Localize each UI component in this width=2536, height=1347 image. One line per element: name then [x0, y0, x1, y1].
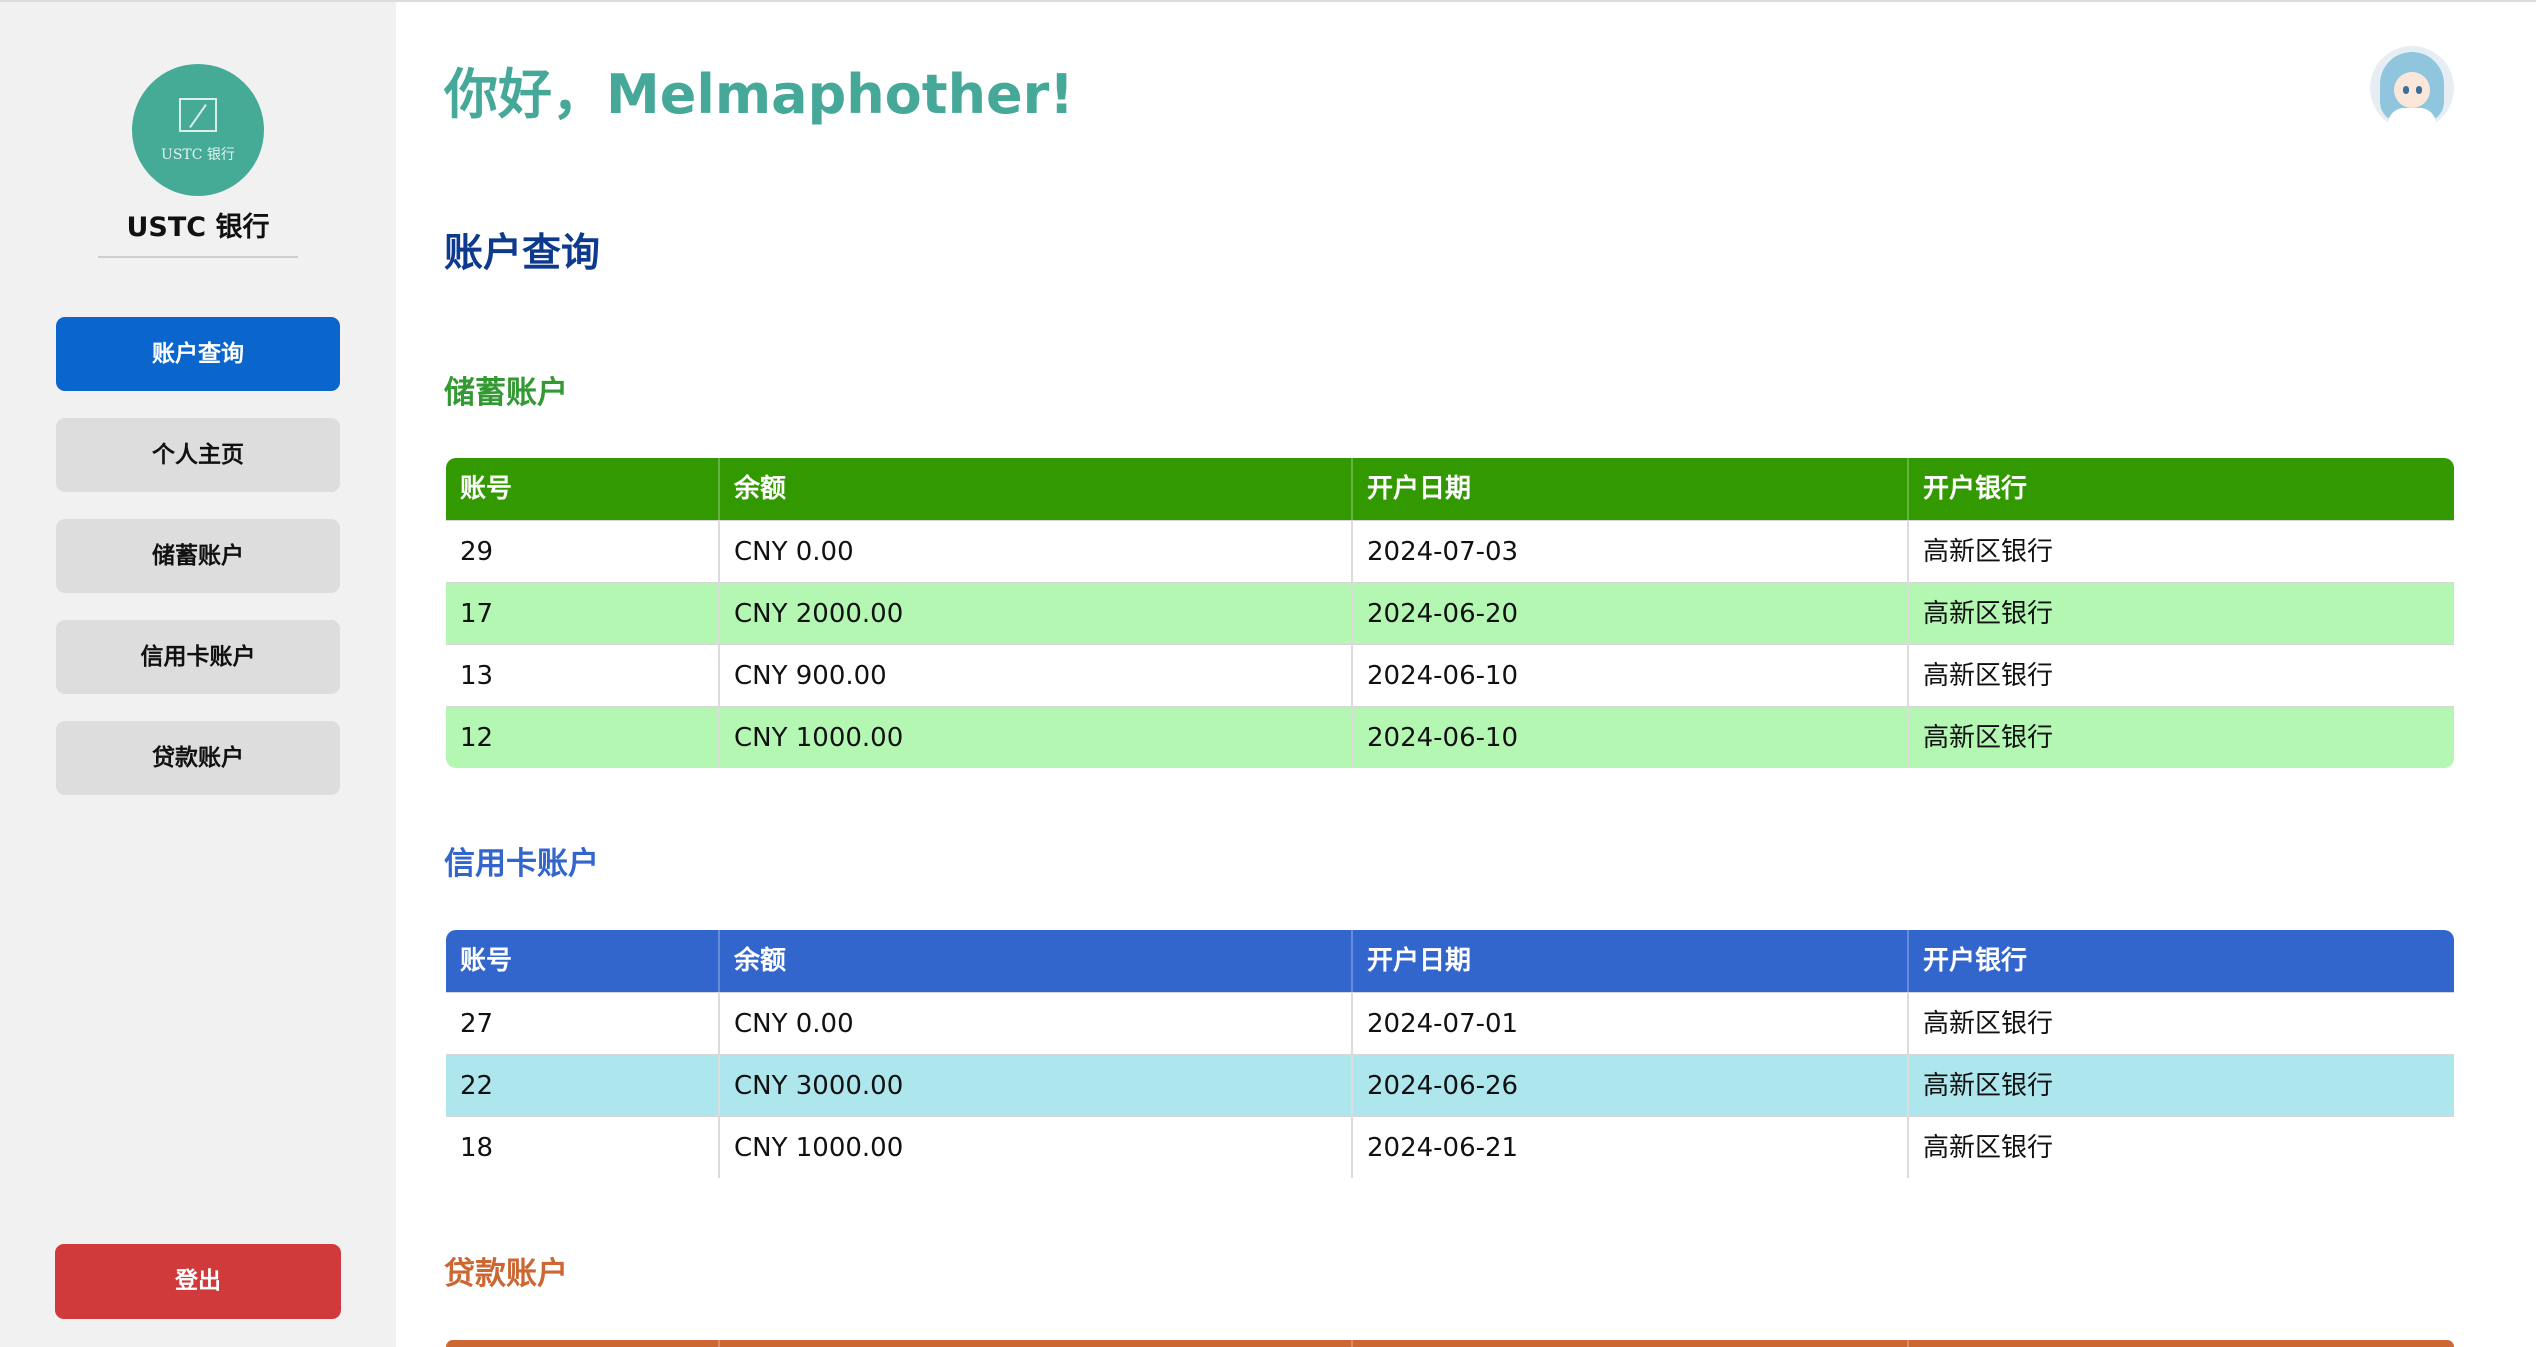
avatar-eye	[2403, 86, 2409, 94]
savings-section-title: 储蓄账户	[444, 375, 568, 411]
sidebar-divider	[98, 256, 298, 258]
cell-open-date: 2024-06-20	[1353, 582, 1909, 644]
cell-account-number: 29	[446, 520, 720, 582]
cell-open-bank: 高新区银行	[1909, 992, 2454, 1054]
avatar-face	[2394, 72, 2430, 108]
table-row: 27 CNY 0.00 2024-07-01 高新区银行	[446, 992, 2454, 1054]
column-header-account-number: 账号	[446, 458, 720, 520]
cell-balance: CNY 1000.00	[720, 1116, 1353, 1178]
cell-account-number: 18	[446, 1116, 720, 1178]
greeting-heading: 你好，Melmaphother!	[444, 63, 1074, 126]
nav-profile-button[interactable]: 个人主页	[56, 418, 340, 492]
cell-account-number: 27	[446, 992, 720, 1054]
column-header-balance: 余额	[720, 930, 1353, 992]
cell-balance: CNY 0.00	[720, 520, 1353, 582]
table-header: 账号余额开户日期开户银行	[446, 458, 2454, 520]
cell-account-number: 22	[446, 1054, 720, 1116]
cell-open-bank: 高新区银行	[1909, 644, 2454, 706]
table-row: 13 CNY 900.00 2024-06-10 高新区银行	[446, 644, 2454, 706]
cell-open-bank: 高新区银行	[1909, 1054, 2454, 1116]
column-header-open-bank: 开户银行	[1923, 474, 2028, 504]
column-header-account-number: 账号	[446, 1340, 720, 1347]
page-title: 账户查询	[444, 231, 601, 276]
nav-credit-card-button[interactable]: 信用卡账户	[56, 620, 340, 694]
table-row: 22 CNY 3000.00 2024-06-26 高新区银行	[446, 1054, 2454, 1116]
cell-open-date: 2024-07-03	[1353, 520, 1909, 582]
loan-section-title: 贷款账户	[444, 1256, 568, 1292]
cell-balance: CNY 2000.00	[720, 582, 1353, 644]
cell-open-bank: 高新区银行	[1909, 1116, 2454, 1178]
column-header-open-bank: 开户银行	[1909, 1340, 2454, 1347]
loan-table: 账号余额开户日期开户银行	[446, 1340, 2454, 1347]
cell-account-number: 17	[446, 582, 720, 644]
column-header-open-date: 开户日期	[1353, 930, 1909, 992]
nav-savings-button[interactable]: 储蓄账户	[56, 519, 340, 593]
cell-balance: CNY 1000.00	[720, 706, 1353, 768]
cell-open-bank: 高新区银行	[1909, 582, 2454, 644]
nav-account-query-button[interactable]: 账户查询	[56, 317, 340, 391]
column-header-balance: 余额	[720, 1340, 1353, 1347]
avatar-body	[2388, 108, 2436, 130]
logo-mark-icon	[179, 98, 217, 132]
table-header: 账号余额开户日期开户银行	[446, 1340, 2454, 1347]
cell-balance: CNY 0.00	[720, 992, 1353, 1054]
bank-name: USTC 银行	[126, 212, 270, 243]
cell-account-number: 13	[446, 644, 720, 706]
table-row: 29 CNY 0.00 2024-07-03 高新区银行	[446, 520, 2454, 582]
cell-open-date: 2024-06-10	[1353, 644, 1909, 706]
cell-balance: CNY 3000.00	[720, 1054, 1353, 1116]
app-page: USTC 银行 USTC 银行 账户查询 个人主页 储蓄账户 信用卡账户 贷款账…	[0, 0, 2536, 1347]
avatar-eye	[2416, 86, 2422, 94]
cell-open-date: 2024-06-21	[1353, 1116, 1909, 1178]
cell-account-number: 12	[446, 706, 720, 768]
column-header-open-bank: 开户银行	[1923, 946, 2028, 976]
logout-button[interactable]: 登出	[55, 1244, 341, 1319]
user-avatar-icon[interactable]	[2370, 46, 2454, 130]
cell-open-date: 2024-06-10	[1353, 706, 1909, 768]
table-header: 账号余额开户日期开户银行	[446, 930, 2454, 992]
table-row: 18 CNY 1000.00 2024-06-21 高新区银行	[446, 1116, 2454, 1178]
column-header-account-number: 账号	[446, 930, 720, 992]
cell-open-date: 2024-06-26	[1353, 1054, 1909, 1116]
nav-loan-button[interactable]: 贷款账户	[56, 721, 340, 795]
savings-table: 账号 余额 开户日期 开户银行 29 CNY 0.00 2024-07-03 高新区银行 17 C…	[446, 458, 2454, 768]
cell-open-bank: 高新区银行	[1909, 520, 2454, 582]
credit-card-table: 账号 余额 开户日期 开户银行 27 CNY 0.00 2024-07-01 高新区银行 22 C…	[446, 930, 2454, 1180]
cell-open-bank: 高新区银行	[1909, 706, 2454, 768]
ustc-bank-logo-icon: USTC 银行	[132, 64, 264, 196]
credit-card-section-title: 信用卡账户	[444, 846, 599, 882]
logo-text: USTC 银行	[161, 147, 235, 163]
table-row: 12 CNY 1000.00 2024-06-10 高新区银行	[446, 706, 2454, 768]
column-header-open-date: 开户日期	[1353, 1340, 1909, 1347]
table-row: 17 CNY 2000.00 2024-06-20 高新区银行	[446, 582, 2454, 644]
cell-open-date: 2024-07-01	[1353, 992, 1909, 1054]
column-header-open-date: 开户日期	[1353, 458, 1909, 520]
column-header-balance: 余额	[720, 458, 1353, 520]
sidebar: USTC 银行 USTC 银行 账户查询 个人主页 储蓄账户 信用卡账户 贷款账…	[0, 2, 396, 1347]
cell-balance: CNY 900.00	[720, 644, 1353, 706]
